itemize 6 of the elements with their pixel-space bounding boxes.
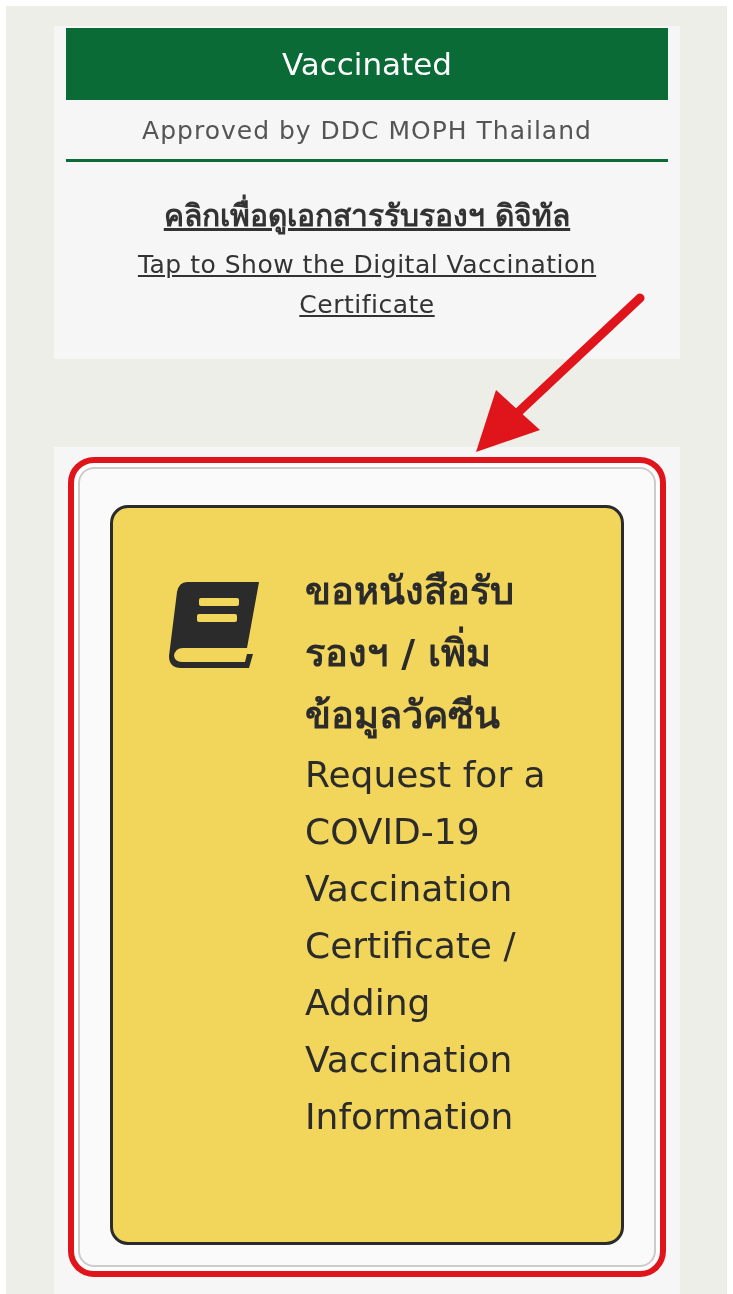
book-icon	[169, 582, 261, 668]
request-button[interactable]: ขอหนังสือรับรองฯ / เพิ่มข้อมูลวัคซีน Request for a COVID-19 Vaccination Certificate / Adding Vaccination Information	[110, 505, 624, 1245]
approval-text: Approved by DDC MOPH Thailand	[66, 100, 668, 162]
status-banner: Vaccinated	[66, 28, 668, 100]
certificate-link[interactable]: Tap to Show the Digital Vaccination Certificate	[82, 245, 652, 325]
certificate-link[interactable]: คลิกเพื่อดูเอกสารรับรองฯ ดิจิทัล	[163, 192, 571, 239]
